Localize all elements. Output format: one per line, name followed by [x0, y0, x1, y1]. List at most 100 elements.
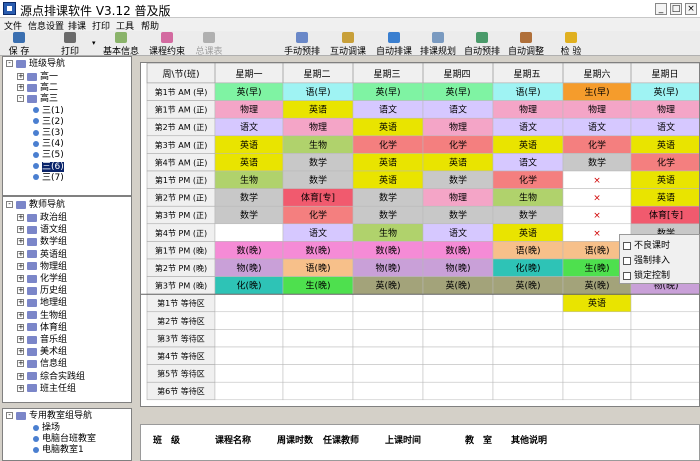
popup-option-1[interactable]: 强制排入	[623, 253, 670, 266]
teacher-nav-item-0[interactable]: + 政治组	[17, 213, 67, 224]
schedule-cell[interactable]	[630, 293, 700, 313]
teacher-nav-item-2[interactable]: + 数学组	[17, 237, 67, 248]
schedule-cell[interactable]	[562, 346, 632, 365]
expand-icon[interactable]: +	[17, 348, 24, 356]
expand-icon[interactable]: +	[17, 372, 24, 380]
toolbar-button-5[interactable]: 手动预排	[282, 31, 322, 57]
schedule-cell[interactable]	[214, 364, 284, 383]
day-header-5[interactable]: 星期六	[583, 68, 610, 80]
schedule-cell[interactable]	[214, 223, 284, 242]
schedule-cell[interactable]	[630, 311, 700, 330]
teacher-nav-item-11[interactable]: + 美术组	[17, 347, 67, 358]
class-nav-item-0[interactable]: + 高一	[17, 72, 58, 83]
schedule-cell[interactable]	[492, 329, 564, 348]
maximize-button[interactable]: □	[670, 3, 682, 15]
expand-icon[interactable]: +	[17, 311, 24, 319]
schedule-cell[interactable]	[492, 293, 564, 313]
toolbar-button-11[interactable]: 检 验	[556, 31, 586, 57]
expand-icon[interactable]: +	[17, 384, 24, 392]
collapse-icon[interactable]: -	[6, 60, 13, 67]
teacher-nav-root[interactable]: - 教师导航	[6, 200, 65, 211]
schedule-cell[interactable]	[562, 311, 632, 330]
toolbar-button-8[interactable]: 排课规划	[418, 31, 458, 57]
schedule-cell[interactable]	[214, 329, 284, 348]
schedule-cell[interactable]	[562, 364, 632, 383]
expand-icon[interactable]: +	[17, 238, 24, 246]
schedule-cell[interactable]	[214, 311, 284, 330]
expand-icon[interactable]: +	[17, 287, 24, 295]
schedule-cell[interactable]	[492, 311, 564, 330]
day-header-2[interactable]: 星期三	[373, 69, 400, 80]
schedule-cell[interactable]	[562, 329, 632, 348]
popup-option-0[interactable]: 不良课时	[623, 238, 670, 251]
class-nav-item-4[interactable]: 三(2)	[33, 117, 64, 128]
schedule-cell[interactable]	[214, 293, 284, 313]
schedule-cell[interactable]	[492, 364, 564, 383]
class-nav-item-9[interactable]: 三(7)	[33, 173, 64, 184]
popup-option-2[interactable]: 锁定控制	[623, 268, 670, 281]
expand-icon[interactable]: +	[17, 299, 24, 307]
expand-icon[interactable]: +	[17, 250, 24, 258]
class-nav-root[interactable]: - 班级导航	[6, 59, 65, 70]
teacher-nav-item-3[interactable]: + 英语组	[17, 250, 67, 261]
teacher-nav-item-8[interactable]: + 生物组	[17, 311, 67, 322]
schedule-cell[interactable]	[214, 381, 284, 401]
room-nav-item-0[interactable]: 操场	[33, 423, 60, 434]
class-nav-item-2[interactable]: - 高三	[17, 94, 58, 105]
room-nav-item-1[interactable]: 电脑台班教室	[33, 434, 96, 445]
checkbox[interactable]	[623, 256, 631, 265]
teacher-nav-item-1[interactable]: + 语文组	[17, 225, 67, 236]
minimize-button[interactable]: _	[655, 3, 667, 15]
expand-icon[interactable]: +	[17, 262, 24, 270]
checkbox[interactable]	[623, 241, 631, 250]
schedule-cell[interactable]	[352, 329, 424, 348]
toolbar-button-7[interactable]: 自动排课	[374, 31, 414, 57]
schedule-cell[interactable]	[422, 329, 494, 348]
schedule-cell[interactable]	[352, 346, 424, 365]
expand-icon[interactable]: +	[17, 73, 24, 80]
schedule-cell[interactable]	[422, 364, 494, 383]
day-header-4[interactable]: 星期五	[513, 69, 540, 80]
schedule-cell[interactable]	[352, 311, 424, 330]
teacher-nav-item-6[interactable]: + 历史组	[17, 286, 67, 297]
toolbar-button-9[interactable]: 自动预排	[462, 31, 502, 57]
teacher-nav-item-13[interactable]: + 综合实践组	[17, 372, 85, 383]
teacher-nav-item-7[interactable]: + 地理组	[17, 298, 67, 309]
day-header-1[interactable]: 星期二	[303, 69, 330, 80]
expand-icon[interactable]: +	[17, 84, 24, 92]
expand-icon[interactable]: +	[17, 226, 24, 234]
toolbar-button-3[interactable]: 课程约束	[145, 31, 189, 57]
day-header-0[interactable]: 星期一	[235, 69, 262, 80]
schedule-cell[interactable]	[630, 346, 700, 365]
room-nav-item-2[interactable]: 电脑教室1	[33, 445, 84, 456]
schedule-cell[interactable]	[492, 381, 564, 401]
schedule-cell[interactable]	[282, 381, 354, 401]
expand-icon[interactable]: +	[17, 360, 24, 368]
schedule-cell[interactable]	[282, 311, 354, 330]
schedule-cell[interactable]	[352, 381, 424, 401]
class-nav-item-1[interactable]: + 高二	[17, 83, 58, 94]
class-nav-item-6[interactable]: 三(4)	[33, 139, 64, 150]
expand-icon[interactable]: +	[17, 336, 24, 343]
schedule-cell[interactable]	[630, 329, 700, 348]
schedule-cell[interactable]	[630, 364, 700, 383]
toolbar-button-1[interactable]: 打印	[52, 31, 88, 57]
toolbar-button-10[interactable]: 自动调整	[506, 31, 546, 57]
toolbar-button-6[interactable]: 互动调课	[328, 31, 368, 57]
teacher-nav-item-14[interactable]: + 班主任组	[17, 384, 76, 395]
day-header-3[interactable]: 星期四	[443, 69, 470, 80]
collapse-icon[interactable]: -	[6, 412, 13, 419]
day-header-6[interactable]: 星期日	[651, 69, 678, 80]
toolbar-button-0[interactable]: 保 存	[4, 31, 34, 57]
class-nav-item-5[interactable]: 三(3)	[33, 128, 64, 139]
schedule-cell[interactable]	[562, 381, 632, 401]
teacher-nav-item-4[interactable]: + 物理组	[17, 262, 67, 273]
class-nav-item-7[interactable]: 三(5)	[33, 150, 64, 161]
expand-icon[interactable]: +	[17, 275, 24, 282]
collapse-icon[interactable]: -	[6, 201, 13, 208]
schedule-cell[interactable]	[630, 381, 700, 401]
teacher-nav-item-9[interactable]: + 体育组	[17, 323, 67, 334]
room-nav-root[interactable]: - 专用教室组导航	[6, 411, 92, 422]
expand-icon[interactable]: +	[17, 323, 24, 331]
schedule-cell[interactable]	[352, 293, 424, 313]
